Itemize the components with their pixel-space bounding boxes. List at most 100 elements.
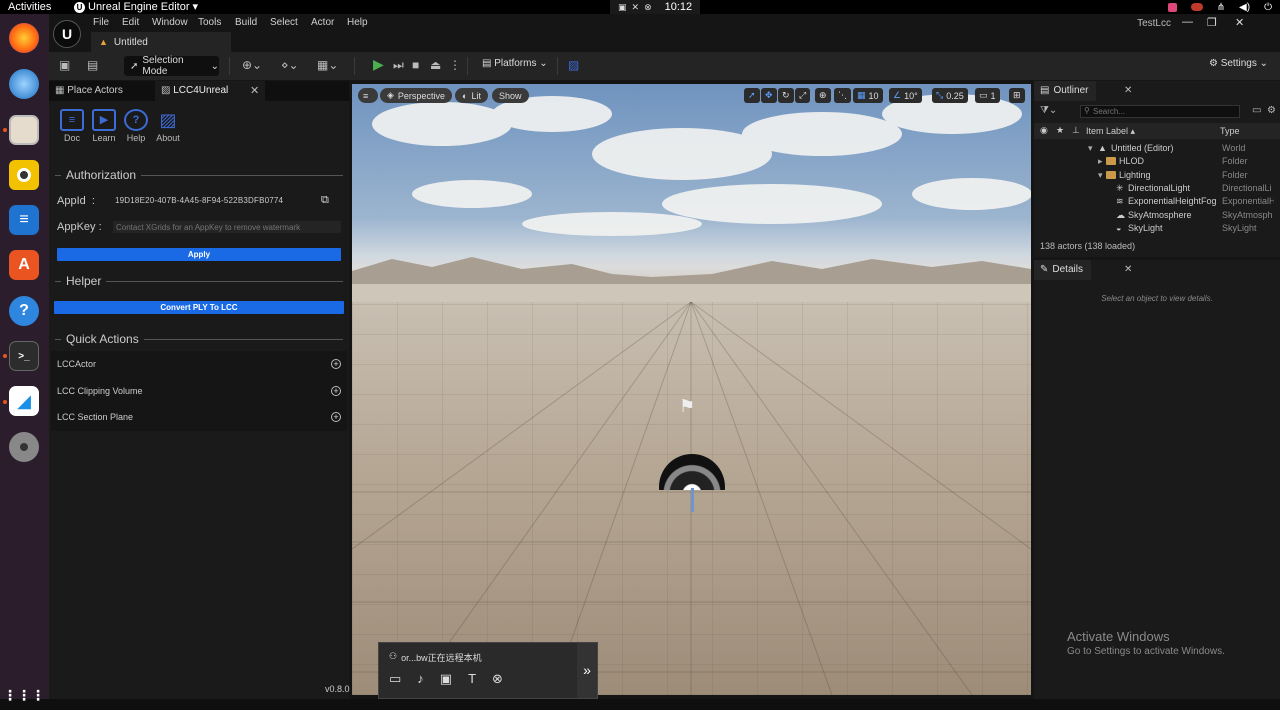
- search-input[interactable]: [1080, 105, 1240, 118]
- scale-tool[interactable]: ⤢: [795, 88, 811, 103]
- lcc-plugin-icon[interactable]: ▨: [568, 58, 579, 72]
- convert-ply-button[interactable]: Convert PLY To LCC: [54, 301, 344, 314]
- level-tab[interactable]: ▲ Untitled: [91, 32, 231, 52]
- outliner-row[interactable]: ▾ Lighting Folder: [1034, 169, 1280, 182]
- close-tab-icon[interactable]: ✕: [1124, 85, 1132, 96]
- step-icon[interactable]: ⏭: [393, 58, 404, 73]
- menu-window[interactable]: Window: [152, 17, 188, 28]
- add-actor-icon[interactable]: ⊕⌄: [242, 58, 262, 72]
- files-icon[interactable]: [9, 115, 39, 145]
- eject-icon[interactable]: ⏏: [430, 58, 441, 72]
- player-start-icon[interactable]: ⚑: [679, 396, 695, 417]
- app-center-icon[interactable]: A: [9, 250, 39, 280]
- network-icon[interactable]: ⋔: [1217, 2, 1225, 13]
- volume-icon[interactable]: ◀): [1239, 2, 1250, 13]
- screen-switch-icon[interactable]: ▣: [440, 671, 452, 687]
- menu-build[interactable]: Build: [235, 17, 257, 28]
- action-lccactor[interactable]: LCCActor: [57, 359, 96, 369]
- rotation-snap-toggle[interactable]: ∠ 10°: [889, 88, 922, 103]
- show-button[interactable]: Show: [492, 88, 529, 103]
- surface-snap-toggle[interactable]: ⋱: [834, 88, 851, 103]
- outliner-row[interactable]: ✳ DirectionalLight DirectionalLi: [1034, 182, 1280, 195]
- outliner-row[interactable]: ◒ SkyLight SkyLight: [1034, 222, 1280, 235]
- outliner-row[interactable]: ☁ SkyAtmosphere SkyAtmosph: [1034, 209, 1280, 222]
- clock-group[interactable]: ▣ ✕ ⊗ 10:12: [610, 0, 701, 14]
- new-folder-icon[interactable]: ▭: [1252, 105, 1261, 116]
- record-indicator-icon[interactable]: [1190, 3, 1203, 11]
- system-tray[interactable]: ⋔ ◀) ⏻: [1167, 0, 1272, 14]
- copy-icon[interactable]: ⧉: [321, 194, 329, 207]
- star-icon[interactable]: ★: [1056, 125, 1064, 136]
- microphone-icon[interactable]: ♪: [417, 671, 424, 687]
- maximize-icon[interactable]: ❐: [1207, 16, 1217, 29]
- action-lcc-section-plane[interactable]: LCC Section Plane: [57, 412, 133, 422]
- blueprint-icon[interactable]: ⋄⌄: [281, 58, 299, 72]
- close-tab-icon[interactable]: ✕: [250, 81, 259, 101]
- menu-edit[interactable]: Edit: [122, 17, 139, 28]
- show-apps-icon[interactable]: ⋮⋮⋮: [3, 680, 45, 710]
- outliner-row[interactable]: ≋ ExponentialHeightFog ExponentialH: [1034, 195, 1280, 208]
- tab-lcc4unreal[interactable]: ▨ LCC4Unreal: [155, 81, 265, 101]
- menu-actor[interactable]: Actor: [311, 17, 334, 28]
- writer-icon[interactable]: ≡: [9, 205, 39, 235]
- menu-help[interactable]: Help: [347, 17, 368, 28]
- perspective-button[interactable]: ◈ Perspective: [380, 88, 452, 103]
- directional-light-arrow[interactable]: [691, 488, 694, 512]
- power-icon[interactable]: ⏻: [1264, 2, 1272, 13]
- grid-snap-toggle[interactable]: ▦ 10: [853, 88, 883, 103]
- learn-button[interactable]: ▶ Learn: [86, 109, 122, 143]
- help-icon[interactable]: ?: [9, 296, 39, 326]
- activities-button[interactable]: Activities: [8, 0, 51, 14]
- tab-place-actors[interactable]: ▦ Place Actors: [49, 81, 153, 101]
- play-button[interactable]: ▶: [373, 56, 384, 73]
- remote-desktop-icon[interactable]: ◢: [9, 386, 39, 416]
- thunderbird-icon[interactable]: [9, 69, 39, 99]
- translate-tool[interactable]: ✥: [761, 88, 777, 103]
- column-item-label[interactable]: Item Label ▴: [1086, 126, 1135, 137]
- level-viewport[interactable]: ≡ ◈ Perspective ◐ Lit Show ➚ ✥ ↻ ⤢ ⊕ ⋱ ▦…: [352, 84, 1031, 695]
- rotate-tool[interactable]: ↻: [778, 88, 794, 103]
- firefox-icon[interactable]: [9, 23, 39, 53]
- column-type[interactable]: Type: [1220, 126, 1240, 136]
- scale-snap-toggle[interactable]: ⤡ 0.25: [932, 88, 968, 103]
- add-icon[interactable]: +: [331, 386, 341, 396]
- add-icon[interactable]: +: [331, 412, 341, 422]
- settings-button[interactable]: ⚙ Settings ⌄: [1209, 58, 1268, 69]
- about-button[interactable]: ▨ About: [150, 109, 186, 143]
- apply-button[interactable]: Apply: [57, 248, 341, 261]
- disc-icon[interactable]: [9, 432, 39, 462]
- notification-app-icon[interactable]: [1167, 2, 1177, 12]
- content-browser-icon[interactable]: ▤: [87, 58, 98, 72]
- save-icon[interactable]: ▣: [59, 58, 70, 72]
- rhythmbox-icon[interactable]: [9, 160, 39, 190]
- add-icon[interactable]: +: [331, 359, 341, 369]
- close-icon[interactable]: ✕: [1235, 16, 1244, 29]
- outliner-tab[interactable]: ▤ Outliner: [1034, 81, 1097, 101]
- more-options-icon[interactable]: ⋮: [449, 58, 461, 72]
- app-menu[interactable]: U Unreal Engine Editor ▾: [74, 0, 198, 14]
- outliner-row[interactable]: ▸ HLOD Folder: [1034, 155, 1280, 168]
- outliner-row[interactable]: ▾ ▲ Untitled (Editor) World: [1034, 142, 1280, 155]
- help-button[interactable]: ? Help: [118, 109, 154, 143]
- cinematics-icon[interactable]: ▦⌄: [317, 58, 338, 72]
- doc-button[interactable]: ≡ Doc: [54, 109, 90, 143]
- camera-speed-button[interactable]: ▭ 1: [975, 88, 1000, 103]
- unreal-logo-icon[interactable]: U: [53, 20, 81, 48]
- menu-file[interactable]: File: [93, 17, 109, 28]
- platforms-dropdown[interactable]: ▤ Platforms ⌄: [482, 58, 548, 69]
- appkey-input[interactable]: [113, 221, 341, 233]
- select-tool[interactable]: ➚: [744, 88, 760, 103]
- visibility-icon[interactable]: ◉: [1040, 125, 1048, 136]
- gear-icon[interactable]: ⚙: [1267, 105, 1276, 116]
- menu-tools[interactable]: Tools: [198, 17, 221, 28]
- viewport-menu-button[interactable]: ≡: [358, 88, 378, 103]
- world-space-toggle[interactable]: ⊕: [815, 88, 831, 103]
- minimize-icon[interactable]: —: [1182, 16, 1193, 28]
- expand-icon[interactable]: »: [577, 643, 597, 698]
- disconnect-icon[interactable]: ⊗: [492, 671, 503, 687]
- terminal-icon[interactable]: >_: [9, 341, 39, 371]
- chat-icon[interactable]: ▭: [389, 671, 401, 687]
- lit-button[interactable]: ◐ Lit: [455, 88, 488, 103]
- filter-icon[interactable]: ⧩⌄: [1040, 105, 1057, 116]
- details-tab[interactable]: ✎ Details: [1034, 260, 1091, 280]
